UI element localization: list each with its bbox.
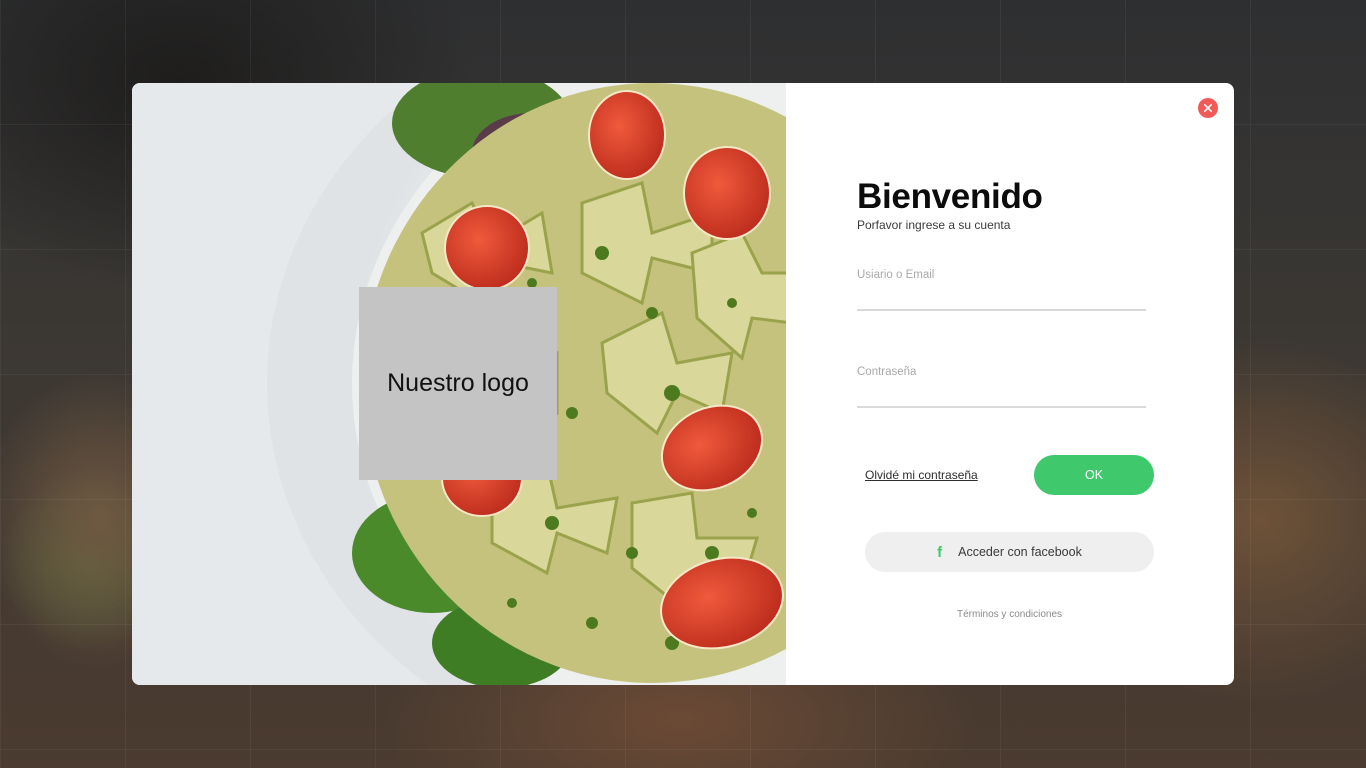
facebook-login-button[interactable]: f Acceder con facebook (865, 532, 1154, 572)
close-button[interactable] (1198, 98, 1218, 118)
logo-placeholder: Nuestro logo (359, 287, 557, 480)
terms-link[interactable]: Términos y condiciones (865, 609, 1154, 620)
page-title: Bienvenido (857, 177, 1043, 216)
logo-text: Nuestro logo (387, 369, 529, 397)
facebook-button-label: Acceder con facebook (958, 545, 1082, 559)
facebook-icon: f (937, 543, 943, 561)
ok-button[interactable]: OK (1034, 455, 1154, 495)
login-form: Bienvenido Porfavor ingrese a su cuenta … (786, 83, 1234, 685)
username-label: Usiario o Email (857, 269, 935, 281)
password-input[interactable] (857, 378, 1146, 408)
page-subtitle: Porfavor ingrese a su cuenta (857, 218, 1011, 232)
ok-button-label: OK (1084, 468, 1104, 482)
login-modal: Nuestro logo Bienvenido Porfavor ingrese… (132, 83, 1234, 685)
pasta-photo: Nuestro logo (132, 83, 786, 685)
username-input[interactable] (857, 281, 1146, 311)
close-icon (1204, 104, 1212, 112)
username-field: Usiario o Email (857, 269, 1146, 311)
password-label: Contraseña (857, 366, 917, 378)
password-field: Contraseña (857, 366, 1146, 408)
forgot-password-link[interactable]: Olvidé mi contraseña (865, 468, 978, 482)
